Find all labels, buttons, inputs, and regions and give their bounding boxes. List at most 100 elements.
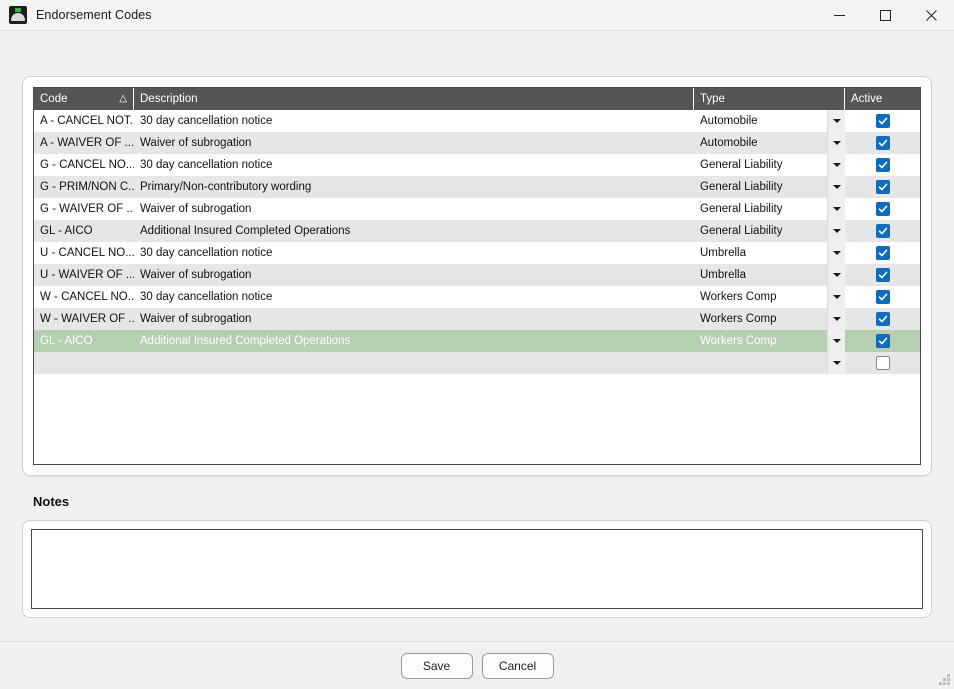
active-checkbox[interactable] xyxy=(875,290,890,304)
active-checkbox[interactable] xyxy=(875,356,890,370)
chevron-down-icon[interactable] xyxy=(827,242,845,264)
save-button[interactable]: Save xyxy=(400,652,473,679)
active-checkbox[interactable] xyxy=(875,136,890,150)
cell-active[interactable] xyxy=(845,308,920,330)
table-row[interactable]: GL - AICO Additional Insured Completed Op… xyxy=(34,330,920,352)
active-checkbox[interactable] xyxy=(875,246,890,260)
cell-code[interactable]: GL - AICO xyxy=(34,330,134,352)
cell-description[interactable]: 30 day cancellation notice xyxy=(134,154,694,176)
table-row[interactable]: U - WAIVER OF ... Waiver of subrogation Um… xyxy=(34,264,920,286)
chevron-down-icon[interactable] xyxy=(827,286,845,308)
cell-active[interactable] xyxy=(845,176,920,198)
chevron-down-icon[interactable] xyxy=(827,220,845,242)
title-bar: Endorsement Codes xyxy=(0,0,954,31)
cell-code[interactable]: A - CANCEL NOT... xyxy=(34,110,134,132)
table-row[interactable]: A - CANCEL NOT... 30 day cancellation not… xyxy=(34,110,920,132)
cell-code[interactable]: G - WAIVER OF ... xyxy=(34,198,134,220)
column-header-description[interactable]: Description xyxy=(134,88,694,110)
cell-description[interactable] xyxy=(134,352,694,374)
cell-code[interactable] xyxy=(34,352,134,374)
table-row[interactable] xyxy=(34,352,920,374)
cell-description[interactable]: Waiver of subrogation xyxy=(134,264,694,286)
active-checkbox[interactable] xyxy=(875,334,890,348)
window-controls xyxy=(816,0,954,31)
table-row[interactable]: W - CANCEL NO... 30 day cancellation noti… xyxy=(34,286,920,308)
active-checkbox[interactable] xyxy=(875,224,890,238)
cell-code[interactable]: G - CANCEL NO... xyxy=(34,154,134,176)
cell-code[interactable]: W - CANCEL NO... xyxy=(34,286,134,308)
cell-type[interactable]: Workers Comp xyxy=(694,308,845,330)
cell-active[interactable] xyxy=(845,154,920,176)
cell-type[interactable]: General Liability xyxy=(694,176,845,198)
notes-input[interactable] xyxy=(31,529,923,609)
cell-active[interactable] xyxy=(845,352,920,374)
cell-code[interactable]: U - WAIVER OF ... xyxy=(34,264,134,286)
endorsement-codes-grid[interactable]: Code △ Description Type Active A - CANCE… xyxy=(33,87,921,465)
active-checkbox[interactable] xyxy=(875,202,890,216)
cell-type[interactable]: Workers Comp xyxy=(694,286,845,308)
chevron-down-icon[interactable] xyxy=(827,264,845,286)
chevron-down-icon[interactable] xyxy=(827,154,845,176)
minimize-icon[interactable] xyxy=(816,0,862,31)
cell-type[interactable]: Umbrella xyxy=(694,264,845,286)
table-row[interactable]: W - WAIVER OF ... Waiver of subrogation Wo… xyxy=(34,308,920,330)
cell-code[interactable]: GL - AICO xyxy=(34,220,134,242)
chevron-down-icon[interactable] xyxy=(827,110,845,132)
chevron-down-icon[interactable] xyxy=(827,176,845,198)
cell-active[interactable] xyxy=(845,110,920,132)
chevron-down-icon[interactable] xyxy=(827,198,845,220)
cell-code[interactable]: A - WAIVER OF ... xyxy=(34,132,134,154)
active-checkbox[interactable] xyxy=(875,114,890,128)
cell-description[interactable]: Waiver of subrogation xyxy=(134,132,694,154)
cell-active[interactable] xyxy=(845,220,920,242)
endorsement-codes-panel: Code △ Description Type Active A - CANCE… xyxy=(22,76,932,476)
active-checkbox[interactable] xyxy=(875,312,890,326)
cell-description[interactable]: 30 day cancellation notice xyxy=(134,242,694,264)
cell-active[interactable] xyxy=(845,330,920,352)
cell-description[interactable]: Additional Insured Completed Operations xyxy=(134,330,694,352)
cell-code[interactable]: G - PRIM/NON C... xyxy=(34,176,134,198)
resize-grip[interactable] xyxy=(938,673,951,686)
active-checkbox[interactable] xyxy=(875,158,890,172)
cell-type[interactable]: General Liability xyxy=(694,154,845,176)
cell-type[interactable]: General Liability xyxy=(694,220,845,242)
cell-active[interactable] xyxy=(845,242,920,264)
cell-code[interactable]: W - WAIVER OF ... xyxy=(34,308,134,330)
cell-type[interactable]: Automobile xyxy=(694,110,845,132)
table-row[interactable]: G - WAIVER OF ... Waiver of subrogation Ge… xyxy=(34,198,920,220)
cell-description[interactable]: Waiver of subrogation xyxy=(134,308,694,330)
cell-type[interactable]: Workers Comp xyxy=(694,330,845,352)
cell-active[interactable] xyxy=(845,198,920,220)
column-header-active[interactable]: Active xyxy=(845,88,920,110)
cell-active[interactable] xyxy=(845,264,920,286)
table-row[interactable]: G - PRIM/NON C... Primary/Non-contributor… xyxy=(34,176,920,198)
table-row[interactable]: U - CANCEL NO... 30 day cancellation noti… xyxy=(34,242,920,264)
cell-type[interactable] xyxy=(694,352,845,374)
cell-description[interactable]: 30 day cancellation notice xyxy=(134,286,694,308)
cell-description[interactable]: Waiver of subrogation xyxy=(134,198,694,220)
cell-type[interactable]: Automobile xyxy=(694,132,845,154)
chevron-down-icon[interactable] xyxy=(827,308,845,330)
cell-description[interactable]: 30 day cancellation notice xyxy=(134,110,694,132)
maximize-icon[interactable] xyxy=(862,0,908,31)
chevron-down-icon[interactable] xyxy=(827,132,845,154)
table-row[interactable]: A - WAIVER OF ... Waiver of subrogation Au… xyxy=(34,132,920,154)
cell-active[interactable] xyxy=(845,132,920,154)
cell-active[interactable] xyxy=(845,286,920,308)
cell-code[interactable]: U - CANCEL NO... xyxy=(34,242,134,264)
column-header-code[interactable]: Code △ xyxy=(34,88,134,110)
chevron-down-icon[interactable] xyxy=(827,330,845,352)
cancel-button[interactable]: Cancel xyxy=(481,652,554,679)
window-title: Endorsement Codes xyxy=(36,8,152,22)
table-row[interactable]: G - CANCEL NO... 30 day cancellation noti… xyxy=(34,154,920,176)
cell-description[interactable]: Additional Insured Completed Operations xyxy=(134,220,694,242)
cell-type[interactable]: General Liability xyxy=(694,198,845,220)
chevron-down-icon[interactable] xyxy=(827,352,845,374)
close-icon[interactable] xyxy=(908,0,954,31)
active-checkbox[interactable] xyxy=(875,180,890,194)
column-header-type[interactable]: Type xyxy=(694,88,845,110)
cell-description[interactable]: Primary/Non-contributory wording xyxy=(134,176,694,198)
cell-type[interactable]: Umbrella xyxy=(694,242,845,264)
table-row[interactable]: GL - AICO Additional Insured Completed Op… xyxy=(34,220,920,242)
active-checkbox[interactable] xyxy=(875,268,890,282)
